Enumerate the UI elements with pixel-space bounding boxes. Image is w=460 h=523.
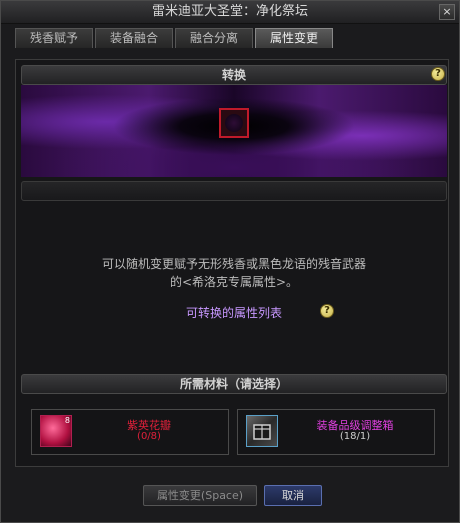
description-line-2: 的<希洛克专属属性>。 bbox=[169, 275, 299, 289]
purification-altar-window: 雷米迪亚大圣堂：净化祭坛 × 残香赋予 装备融合 融合分离 属性变更 转换 ? … bbox=[0, 0, 460, 523]
attribute-list-link[interactable]: 可转换的属性列表 bbox=[141, 304, 327, 321]
attribute-change-button[interactable]: 属性变更(Space) bbox=[143, 485, 257, 506]
petal-required-badge: 8 bbox=[64, 416, 70, 425]
material-slot-petal[interactable]: 8 紫英花瓣 (0/8) bbox=[31, 409, 229, 455]
window-title: 雷米迪亚大圣堂：净化祭坛 bbox=[151, 4, 308, 19]
description-text: 可以随机变更赋予无形残香或黑色龙语的残音武器 的<希洛克专属属性>。 bbox=[21, 255, 447, 291]
window-titlebar[interactable]: 雷米迪亚大圣堂：净化祭坛 × bbox=[1, 1, 459, 24]
tab-scent-grant[interactable]: 残香赋予 bbox=[15, 28, 93, 48]
purple-petal-icon: 8 bbox=[40, 415, 72, 447]
convert-help-icon[interactable]: ? bbox=[431, 67, 445, 81]
cancel-button[interactable]: 取消 bbox=[264, 485, 322, 506]
weapon-slot-empty-icon bbox=[225, 114, 243, 132]
weapon-slot[interactable] bbox=[219, 108, 249, 138]
convert-header-label: 转换 bbox=[221, 68, 246, 82]
description-line-1: 可以随机变更赋予无形残香或黑色龙语的残音武器 bbox=[101, 257, 366, 271]
material-count: (18/1) bbox=[339, 431, 371, 442]
tab-attribute-change[interactable]: 属性变更 bbox=[255, 28, 333, 48]
material-slot-grade-box[interactable]: 装备品级调整箱 (18/1) bbox=[237, 409, 435, 455]
convert-section-header: 转换 bbox=[21, 65, 447, 85]
close-icon[interactable]: × bbox=[439, 4, 455, 20]
materials-header-label: 所需材料（请选择） bbox=[179, 377, 288, 391]
material-count: (0/8) bbox=[137, 431, 161, 442]
grade-adjust-box-icon bbox=[246, 415, 278, 447]
box-glyph-icon bbox=[253, 424, 271, 440]
tab-fusion-separation[interactable]: 融合分离 bbox=[175, 28, 253, 48]
tab-equipment-fusion[interactable]: 装备融合 bbox=[95, 28, 173, 48]
materials-section-header: 所需材料（请选择） bbox=[21, 374, 447, 394]
selected-item-bar bbox=[21, 181, 447, 201]
attribute-list-help-icon[interactable]: ? bbox=[320, 304, 334, 318]
